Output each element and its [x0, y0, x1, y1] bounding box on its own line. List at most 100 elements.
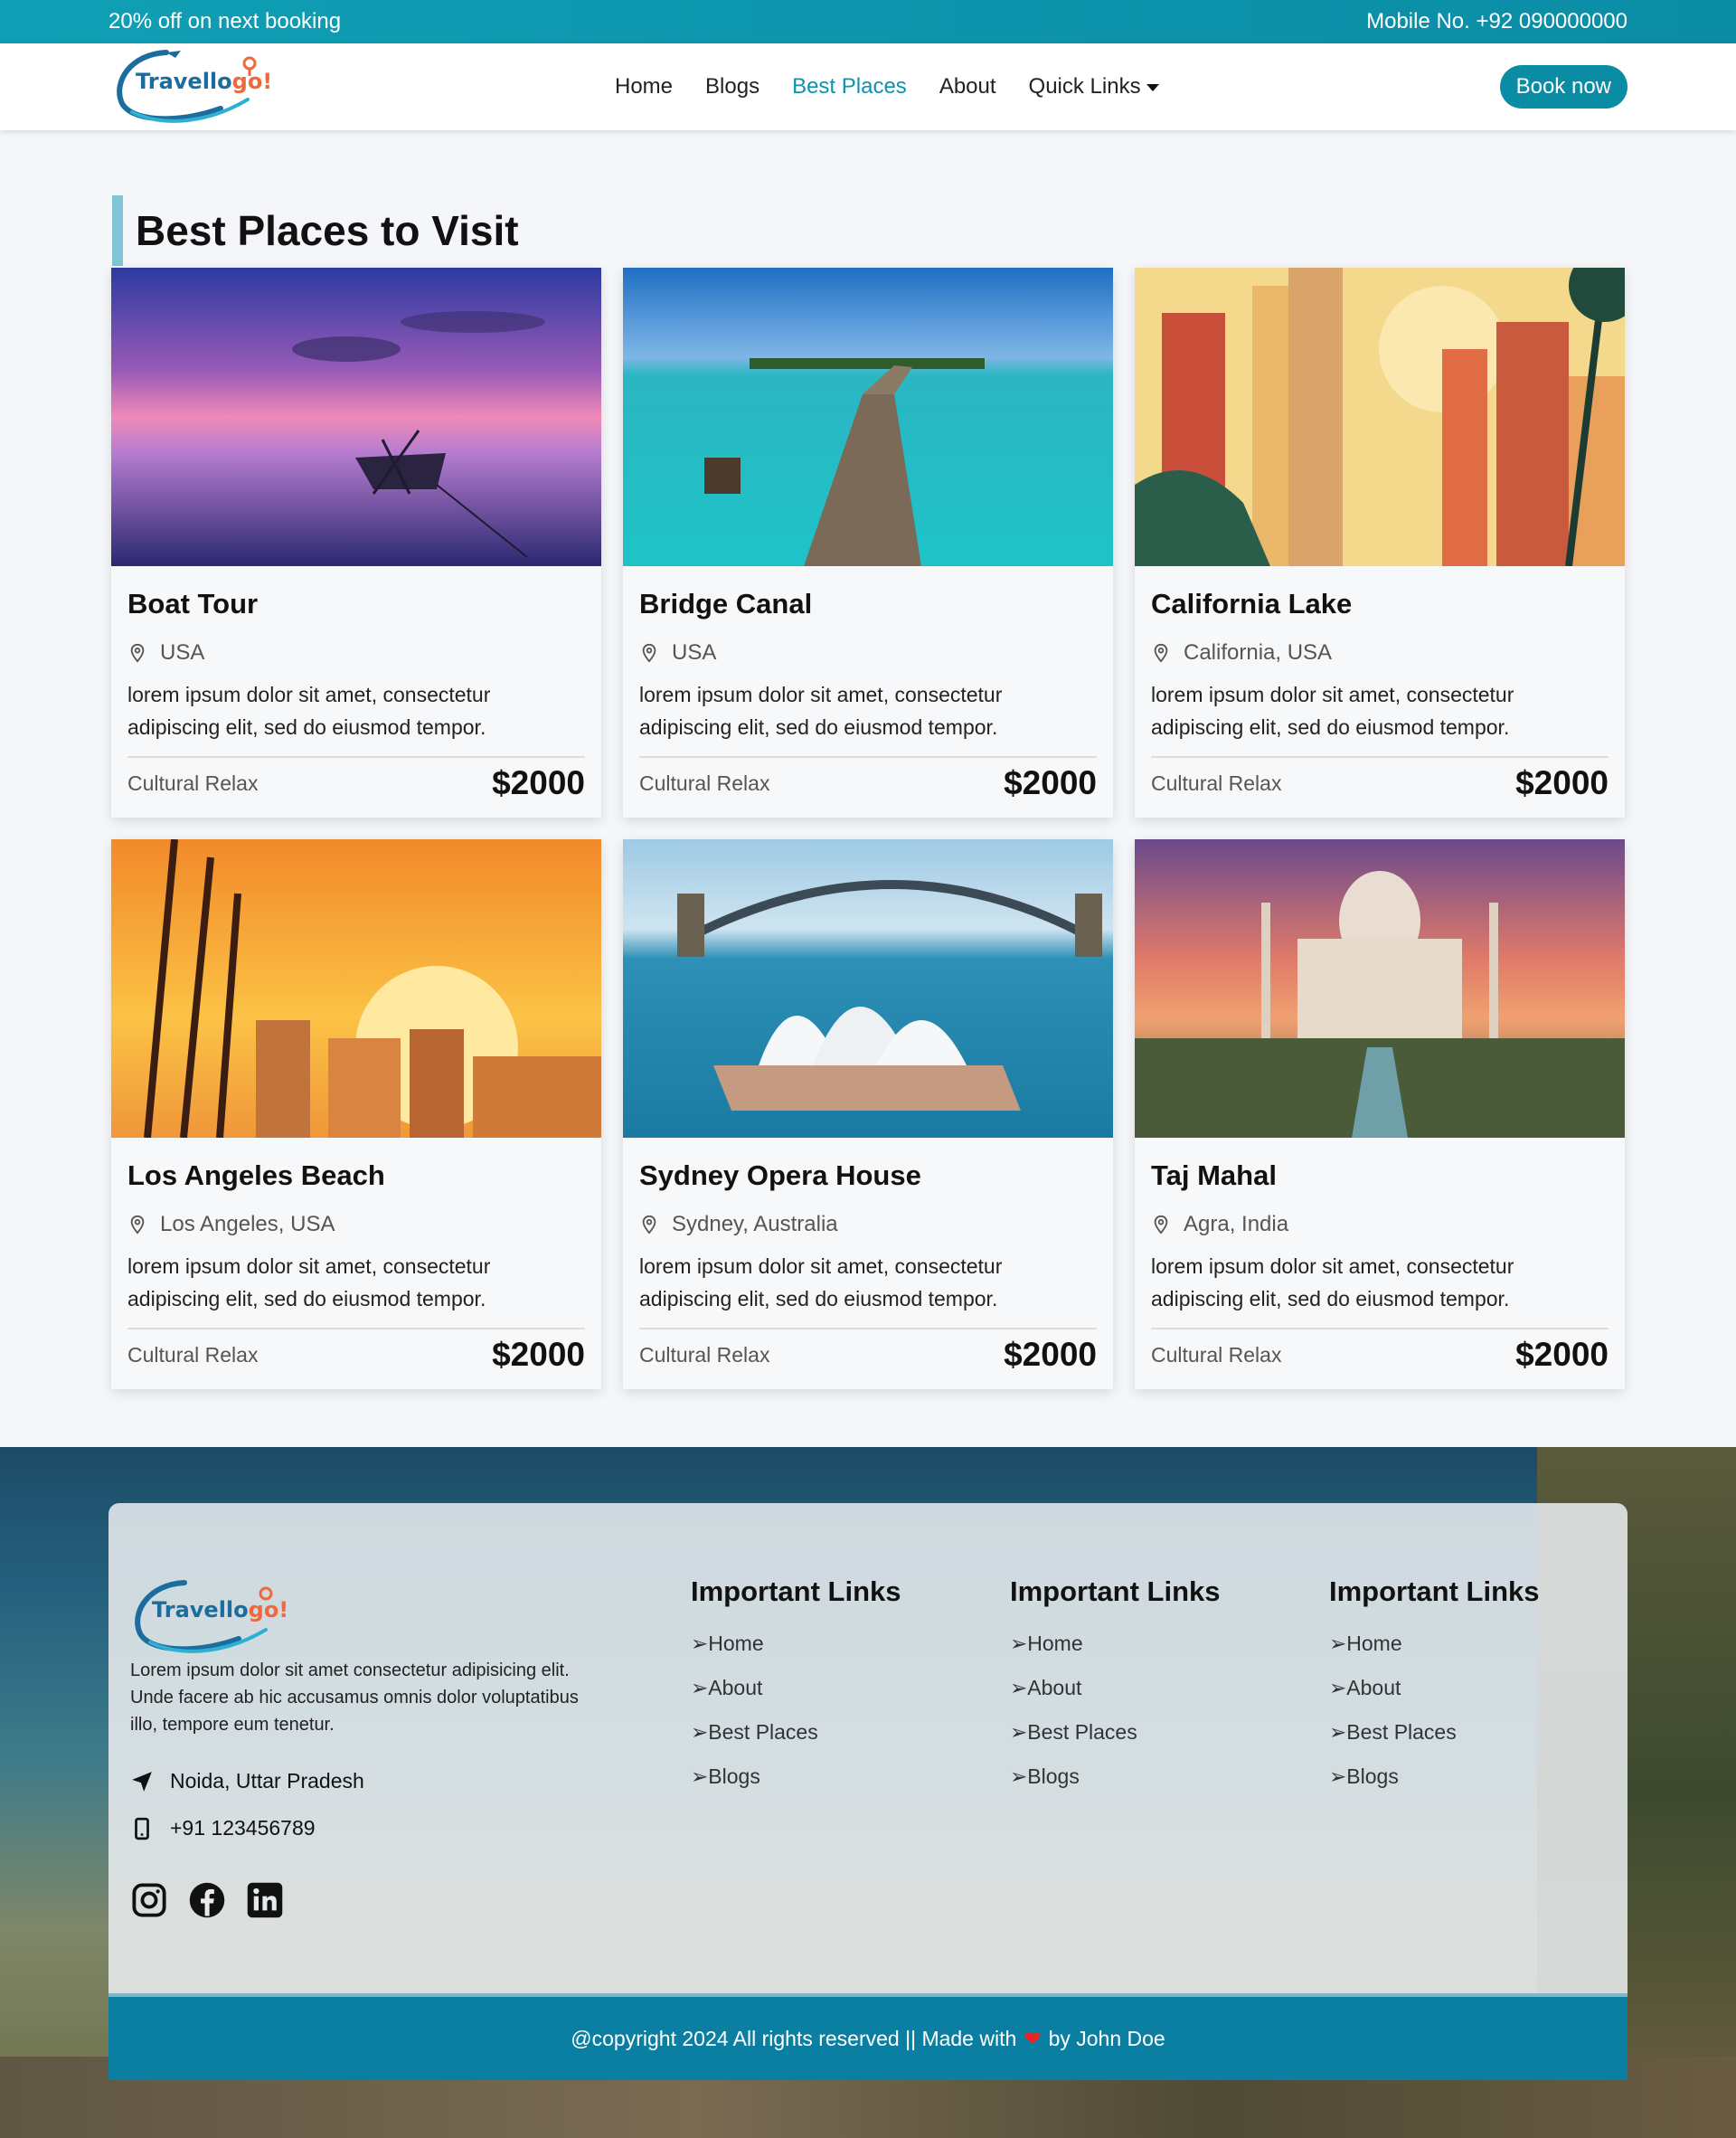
- card-location-text: Sydney, Australia: [672, 1212, 838, 1236]
- card-title: Los Angeles Beach: [127, 1159, 385, 1191]
- footer-panel: Travellogo! Lorem ipsum dolor sit amet c…: [108, 1503, 1628, 1993]
- card-title: Boat Tour: [127, 588, 259, 620]
- footer-address-text: Noida, Uttar Pradesh: [170, 1769, 364, 1793]
- card-category: Cultural Relax: [1151, 771, 1282, 795]
- card-price: $2000: [492, 764, 585, 801]
- place-card[interactable]: Taj Mahal Agra, India lorem ipsum dolor …: [1135, 839, 1625, 1389]
- footer-link-blogs[interactable]: ➢Blogs: [1329, 1764, 1600, 1789]
- footer-links-col-1: Important Links ➢Home ➢About ➢Best Place…: [691, 1575, 962, 1789]
- footer-links-col-2: Important Links ➢Home ➢About ➢Best Place…: [1010, 1575, 1281, 1789]
- card-description: lorem ipsum dolor sit amet, consectetur …: [127, 1254, 491, 1310]
- instagram-icon[interactable]: [130, 1881, 168, 1919]
- page-title: Best Places to Visit: [112, 195, 1736, 266]
- card-footer: Cultural Relax $2000: [639, 1328, 1097, 1380]
- footer-link-about[interactable]: ➢About: [1329, 1676, 1600, 1700]
- location-pin-icon: [130, 1215, 145, 1235]
- logo[interactable]: Travellogo!: [112, 45, 272, 128]
- card-price: $2000: [492, 1336, 585, 1373]
- nav-blogs[interactable]: Blogs: [705, 74, 760, 99]
- card-location: Sydney, Australia: [639, 1212, 1097, 1237]
- card-footer: Cultural Relax $2000: [1151, 756, 1609, 809]
- footer-about-text: Lorem ipsum dolor sit amet consectetur a…: [130, 1660, 579, 1735]
- place-card[interactable]: California Lake California, USA lorem ip…: [1135, 268, 1625, 818]
- card-title: Bridge Canal: [639, 588, 813, 620]
- mobile-number: Mobile No. +92 090000000: [1366, 9, 1628, 33]
- nav-quick-links[interactable]: Quick Links: [1029, 74, 1159, 99]
- footer-link-blogs[interactable]: ➢Blogs: [691, 1764, 962, 1789]
- card-location: USA: [127, 640, 585, 666]
- footer-link-about[interactable]: ➢About: [1010, 1676, 1281, 1700]
- footer-link-best-places[interactable]: ➢Best Places: [691, 1720, 962, 1745]
- location-pin-icon: [642, 643, 656, 663]
- nav-home[interactable]: Home: [615, 74, 673, 99]
- place-image-sydney-opera-house: [623, 839, 1113, 1138]
- footer: Travellogo! Lorem ipsum dolor sit amet c…: [0, 1447, 1736, 2138]
- place-image-boat-tour: [111, 268, 601, 566]
- card-price: $2000: [1515, 1336, 1609, 1373]
- place-card[interactable]: Los Angeles Beach Los Angeles, USA lorem…: [111, 839, 601, 1389]
- footer-link-home[interactable]: ➢Home: [1010, 1632, 1281, 1656]
- location-pin-icon: [1154, 643, 1168, 663]
- card-location: Agra, India: [1151, 1212, 1609, 1237]
- promo-text: 20% off on next booking: [108, 9, 342, 33]
- place-image-bridge-canal: [623, 268, 1113, 566]
- heart-icon: ❤: [1024, 2026, 1042, 2050]
- footer-address: Noida, Uttar Pradesh: [130, 1769, 364, 1793]
- caret-down-icon: [1146, 83, 1159, 91]
- card-location-text: Los Angeles, USA: [160, 1212, 335, 1236]
- footer-link-about[interactable]: ➢About: [691, 1676, 962, 1700]
- logo-text: Travellogo!: [136, 69, 273, 94]
- card-category: Cultural Relax: [639, 1342, 770, 1367]
- footer-logo-text: Travellogo!: [152, 1597, 289, 1622]
- quick-links-label: Quick Links: [1028, 74, 1141, 99]
- card-footer: Cultural Relax $2000: [639, 756, 1097, 809]
- card-price: $2000: [1515, 764, 1609, 801]
- card-description: lorem ipsum dolor sit amet, consectetur …: [639, 683, 1003, 739]
- footer-link-best-places[interactable]: ➢Best Places: [1010, 1720, 1281, 1745]
- book-now-button[interactable]: Book now: [1499, 65, 1628, 109]
- place-image-taj-mahal: [1135, 839, 1625, 1138]
- place-card[interactable]: Sydney Opera House Sydney, Australia lor…: [623, 839, 1113, 1389]
- card-footer: Cultural Relax $2000: [127, 1328, 585, 1380]
- footer-phone: +91 123456789: [130, 1816, 316, 1840]
- card-location: California, USA: [1151, 640, 1609, 666]
- card-description: lorem ipsum dolor sit amet, consectetur …: [1151, 683, 1514, 739]
- footer-logo[interactable]: Travellogo!: [130, 1575, 288, 1659]
- nav-about[interactable]: About: [939, 74, 996, 99]
- location-pin-icon: [1154, 1215, 1168, 1235]
- copyright-author: by John Doe: [1048, 2026, 1165, 2050]
- copyright-text: @copyright 2024 All rights reserved || M…: [571, 2026, 1017, 2050]
- social-links: [130, 1881, 284, 1919]
- card-category: Cultural Relax: [639, 771, 770, 795]
- card-description: lorem ipsum dolor sit amet, consectetur …: [1151, 1254, 1514, 1310]
- card-footer: Cultural Relax $2000: [1151, 1328, 1609, 1380]
- card-description: lorem ipsum dolor sit amet, consectetur …: [639, 1254, 1003, 1310]
- card-price: $2000: [1004, 764, 1097, 801]
- card-footer: Cultural Relax $2000: [127, 756, 585, 809]
- card-category: Cultural Relax: [127, 1342, 259, 1367]
- footer-link-blogs[interactable]: ➢Blogs: [1010, 1764, 1281, 1789]
- card-description: lorem ipsum dolor sit amet, consectetur …: [127, 683, 491, 739]
- card-category: Cultural Relax: [127, 771, 259, 795]
- card-title: Sydney Opera House: [639, 1159, 921, 1191]
- top-bar: 20% off on next booking Mobile No. +92 0…: [0, 0, 1736, 43]
- card-location-text: California, USA: [1184, 640, 1333, 665]
- footer-link-home[interactable]: ➢Home: [691, 1632, 962, 1656]
- place-image-los-angeles-beach: [111, 839, 601, 1138]
- facebook-icon[interactable]: [188, 1881, 226, 1919]
- card-title: California Lake: [1151, 588, 1353, 620]
- place-image-california-lake: [1135, 268, 1625, 566]
- card-location: USA: [639, 640, 1097, 666]
- footer-link-home[interactable]: ➢Home: [1329, 1632, 1600, 1656]
- linkedin-icon[interactable]: [246, 1881, 284, 1919]
- card-category: Cultural Relax: [1151, 1342, 1282, 1367]
- place-card[interactable]: Bridge Canal USA lorem ipsum dolor sit a…: [623, 268, 1113, 818]
- card-location: Los Angeles, USA: [127, 1212, 585, 1237]
- location-pin-icon: [642, 1215, 656, 1235]
- place-card[interactable]: Boat Tour USA lorem ipsum dolor sit amet…: [111, 268, 601, 818]
- copyright-bar: @copyright 2024 All rights reserved || M…: [108, 1993, 1628, 2080]
- footer-links-col-3: Important Links ➢Home ➢About ➢Best Place…: [1329, 1575, 1600, 1789]
- footer-link-best-places[interactable]: ➢Best Places: [1329, 1720, 1600, 1745]
- card-location-text: USA: [160, 640, 205, 665]
- nav-best-places[interactable]: Best Places: [792, 74, 907, 99]
